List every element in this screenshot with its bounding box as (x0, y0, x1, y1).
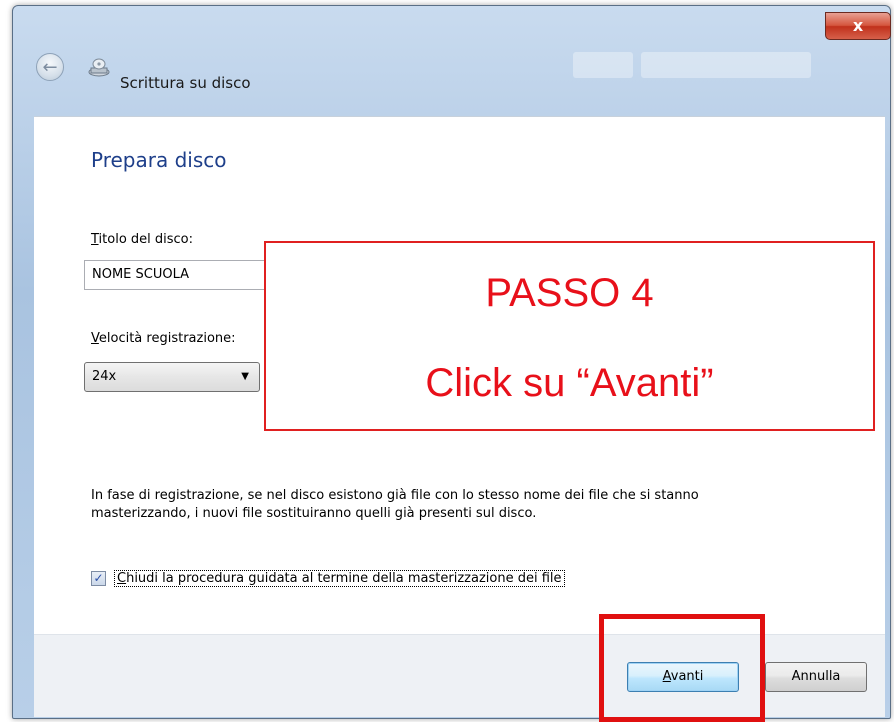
step-label: PASSO 4 (485, 271, 654, 315)
close-wizard-checkbox[interactable]: ✓ (91, 571, 106, 586)
window-title: Scrittura su disco (120, 74, 251, 92)
access-key: T (91, 232, 99, 247)
access-key: C (117, 571, 127, 586)
speed-label: Velocità registrazione: (91, 331, 236, 346)
close-wizard-label[interactable]: Chiudi la procedura guidata al termine d… (114, 570, 565, 587)
navigation-bar: ← Scrittura su disco (13, 36, 888, 116)
close-icon: x (852, 16, 864, 35)
check-icon: ✓ (93, 571, 104, 585)
cancel-button[interactable]: Annulla (765, 662, 867, 692)
close-wizard-label-text: hiudi la procedura guidata al termine de… (126, 571, 562, 586)
page-title: Prepara disco (91, 148, 227, 172)
back-arrow-icon: ← (42, 57, 58, 78)
back-button[interactable]: ← (36, 53, 64, 81)
disc-title-value: NOME SCUOLA (92, 267, 190, 282)
instruction-callout: PASSO 4 Click su “Avanti” (264, 241, 875, 431)
disc-title-input[interactable]: NOME SCUOLA (84, 260, 274, 290)
speed-label-text: elocità registrazione: (98, 331, 236, 346)
overwrite-info-text: In fase di registrazione, se nel disco e… (91, 488, 699, 521)
disc-title-label-text: itolo del disco: (98, 232, 194, 247)
title-bar: x (13, 6, 891, 78)
disc-title-label: Titolo del disco: (91, 232, 193, 247)
burn-disc-window: x ← Scrittura su disco Prepara disco Tit… (0, 0, 894, 722)
speed-select[interactable]: 24x ▼ (84, 362, 260, 392)
chevron-down-icon: ▼ (241, 371, 249, 382)
next-button-highlight (599, 614, 765, 722)
disc-burn-icon (88, 58, 110, 77)
access-key: V (91, 331, 99, 346)
speed-value: 24x (92, 369, 117, 384)
step-instruction: Click su “Avanti” (425, 361, 714, 405)
